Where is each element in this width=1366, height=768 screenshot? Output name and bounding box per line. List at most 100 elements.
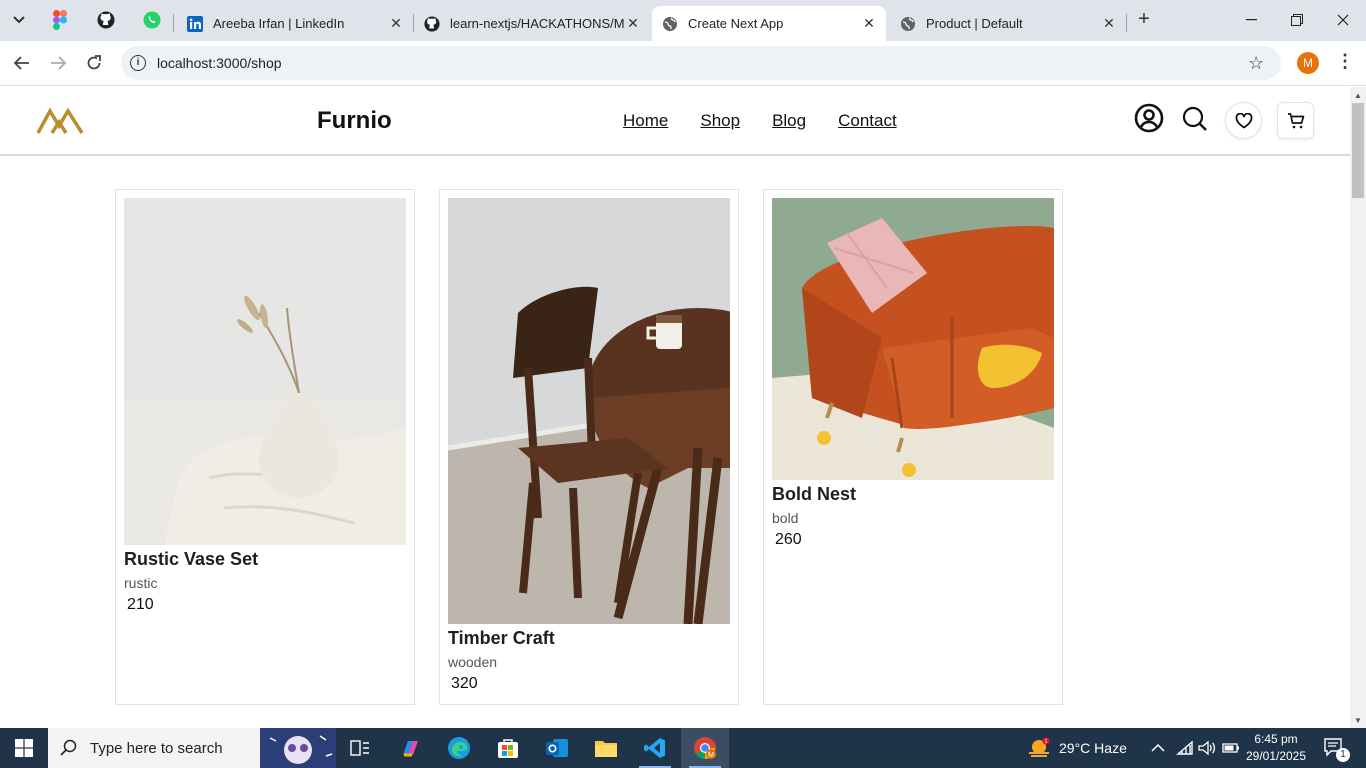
close-tab-icon[interactable]: ✕	[624, 15, 642, 32]
url-text[interactable]: localhost:3000/shop	[157, 55, 282, 71]
product-card[interactable]: Bold Nest bold 260	[763, 189, 1063, 705]
taskbar-chrome[interactable]: M	[681, 728, 729, 768]
product-image-sofa[interactable]	[772, 198, 1054, 480]
tab-github-repo[interactable]: learn-nextjs/HACKATHONS/Ma ✕	[414, 6, 650, 41]
product-image-chair[interactable]	[448, 198, 730, 624]
taskbar-vscode[interactable]	[631, 728, 679, 768]
browser-menu-icon[interactable]: ⋮	[1336, 51, 1354, 72]
arrow-left-icon	[14, 56, 29, 70]
chevron-down-icon	[13, 16, 25, 24]
account-button[interactable]	[1133, 102, 1165, 134]
tab-title: learn-nextjs/HACKATHONS/Ma	[450, 16, 624, 31]
product-card[interactable]: Rustic Vase Set rustic 210	[115, 189, 415, 705]
show-hidden-icons-button[interactable]	[1151, 728, 1165, 768]
product-price: 260	[775, 531, 802, 548]
bookmark-star-icon[interactable]: ☆	[1248, 53, 1264, 74]
restore-button[interactable]	[1274, 0, 1320, 40]
product-card[interactable]: Timber Craft wooden 320	[439, 189, 739, 705]
store-icon	[498, 739, 518, 758]
product-name[interactable]: Bold Nest	[772, 484, 856, 505]
brand-name[interactable]: Furnio	[317, 107, 392, 135]
tab-product-default[interactable]: Product | Default ✕	[890, 6, 1126, 41]
furnio-logo[interactable]	[36, 105, 84, 140]
cart-button[interactable]	[1277, 102, 1314, 139]
speaker-icon	[1198, 740, 1216, 756]
scroll-up-icon[interactable]: ▲	[1354, 91, 1362, 100]
arrow-right-icon	[51, 56, 66, 70]
github-icon	[97, 11, 115, 29]
tab-search-button[interactable]	[6, 8, 32, 32]
main-nav: Home Shop Blog Contact	[623, 111, 929, 131]
product-name[interactable]: Timber Craft	[448, 628, 555, 649]
tab-title: Areeba Irfan | LinkedIn	[213, 16, 345, 31]
reload-icon	[87, 55, 101, 70]
network-status[interactable]	[1176, 728, 1194, 768]
forward-button[interactable]	[44, 49, 72, 77]
system-clock[interactable]: 6:45 pm 29/01/2025	[1236, 731, 1316, 765]
tab-linkedin[interactable]: Areeba Irfan | LinkedIn ✕	[177, 6, 413, 41]
user-icon	[1134, 103, 1164, 133]
start-button[interactable]	[0, 728, 48, 768]
tab-title: Product | Default	[926, 16, 1023, 31]
chevron-up-icon	[1151, 743, 1165, 752]
new-tab-button[interactable]: +	[1133, 8, 1155, 32]
product-name[interactable]: Rustic Vase Set	[124, 549, 258, 570]
windows-logo-icon	[15, 739, 33, 757]
reload-button[interactable]	[80, 49, 108, 77]
nav-link-contact[interactable]: Contact	[838, 111, 897, 131]
taskbar-copilot[interactable]	[386, 728, 434, 768]
pinned-tab-figma[interactable]	[47, 8, 73, 32]
task-view-icon	[350, 740, 369, 756]
globe-icon	[662, 16, 678, 32]
close-window-button[interactable]	[1320, 0, 1366, 40]
taskbar-edge[interactable]	[435, 728, 483, 768]
taskbar-outlook[interactable]	[533, 728, 581, 768]
close-icon	[1337, 14, 1349, 26]
minimize-button[interactable]	[1228, 0, 1274, 40]
site-header: Furnio Home Shop Blog Contact	[0, 87, 1350, 156]
taskbar-store[interactable]	[484, 728, 532, 768]
tab-separator	[1126, 14, 1127, 32]
browser-tab-strip: Areeba Irfan | LinkedIn ✕ learn-nextjs/H…	[0, 0, 1366, 41]
search-icon	[60, 739, 77, 756]
pinned-tab-whatsapp[interactable]	[139, 8, 165, 32]
product-category: wooden	[448, 654, 498, 670]
search-highlight-icon	[260, 728, 336, 768]
nav-link-blog[interactable]: Blog	[772, 111, 806, 131]
site-info-icon[interactable]: i	[130, 55, 146, 71]
search-button[interactable]	[1180, 104, 1210, 134]
volume-control[interactable]	[1198, 728, 1216, 768]
wifi-icon	[1176, 740, 1193, 755]
taskbar-search-box[interactable]: Type here to search	[48, 728, 336, 768]
address-bar[interactable]: i localhost:3000/shop	[121, 46, 1281, 80]
globe-icon	[900, 16, 916, 32]
pinned-tab-github[interactable]	[93, 8, 119, 32]
weather-widget[interactable]: 1 29°C Haze	[1027, 728, 1127, 768]
close-tab-icon[interactable]: ✕	[387, 15, 405, 32]
outlook-icon	[546, 739, 568, 757]
scroll-down-icon[interactable]: ▼	[1354, 716, 1362, 725]
page-viewport: Furnio Home Shop Blog Contact Rustic Vas…	[0, 87, 1350, 728]
search-icon	[1182, 106, 1207, 131]
close-tab-icon[interactable]: ✕	[860, 15, 878, 32]
product-image-vase[interactable]	[124, 198, 406, 545]
back-button[interactable]	[8, 49, 36, 77]
weather-haze-icon: 1	[1029, 737, 1050, 757]
page-scrollbar[interactable]: ▲ ▼	[1350, 87, 1366, 728]
task-view-button[interactable]	[336, 728, 384, 768]
clock-time: 6:45 pm	[1254, 732, 1298, 746]
nav-link-home[interactable]: Home	[623, 111, 668, 131]
taskbar-search-placeholder[interactable]: Type here to search	[90, 740, 223, 757]
scrollbar-thumb[interactable]	[1352, 103, 1364, 198]
product-category: rustic	[124, 575, 158, 591]
linkedin-icon	[187, 15, 203, 32]
tab-create-next-app[interactable]: Create Next App ✕	[652, 6, 886, 41]
wishlist-button[interactable]	[1225, 102, 1262, 139]
profile-avatar[interactable]: M	[1297, 52, 1319, 74]
close-tab-icon[interactable]: ✕	[1100, 15, 1118, 32]
notification-center-button[interactable]: 1	[1324, 728, 1350, 768]
figma-icon	[53, 10, 67, 30]
nav-link-shop[interactable]: Shop	[700, 111, 740, 131]
taskbar-file-explorer[interactable]	[582, 728, 630, 768]
svg-text:1: 1	[1045, 739, 1048, 745]
